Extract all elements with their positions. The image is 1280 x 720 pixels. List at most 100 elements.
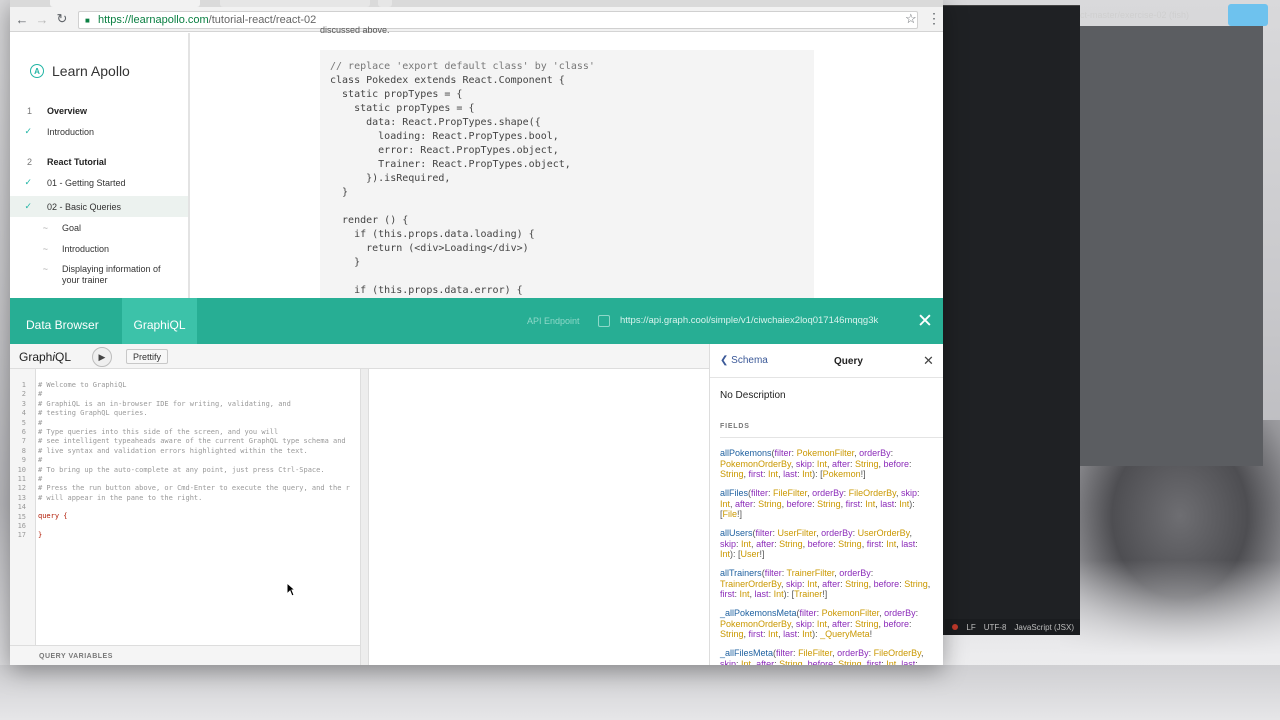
- schema-field[interactable]: _allFilesMeta(filter: FileFilter, orderB…: [720, 648, 932, 665]
- field-type[interactable]: Int: [740, 589, 750, 599]
- field-type[interactable]: Int: [741, 539, 751, 549]
- sidebar-item[interactable]: ~ Displaying information of your trainer: [10, 260, 188, 290]
- field-name[interactable]: allTrainers: [720, 568, 762, 578]
- field-type[interactable]: Pokemon: [823, 469, 861, 479]
- field-type[interactable]: UserFilter: [778, 528, 817, 538]
- sidebar-item[interactable]: ✓ 01 - Getting Started: [10, 172, 188, 193]
- field-type[interactable]: Int: [720, 549, 730, 559]
- field-type[interactable]: PokemonOrderBy: [720, 619, 791, 629]
- menu-icon[interactable]: ⋮: [927, 10, 941, 27]
- copy-icon[interactable]: [598, 315, 610, 327]
- field-type[interactable]: Int: [768, 629, 778, 639]
- close-icon[interactable]: ✕: [923, 353, 934, 369]
- field-type[interactable]: String: [838, 659, 862, 666]
- query-editor[interactable]: # Welcome to GraphiQL # # GraphiQL is an i…: [38, 381, 360, 541]
- field-arg: skip: [795, 458, 812, 469]
- editor-line: # live syntax and validation errors high…: [38, 446, 308, 455]
- field-type[interactable]: PokemonOrderBy: [720, 459, 791, 469]
- result-pane: [369, 369, 709, 665]
- browser-tab[interactable]: [220, 0, 370, 7]
- field-type[interactable]: Int: [899, 499, 909, 509]
- folder-icon[interactable]: [1228, 4, 1268, 26]
- field-type[interactable]: TrainerOrderBy: [720, 579, 781, 589]
- schema-field[interactable]: allTrainers(filter: TrainerFilter, order…: [720, 568, 932, 600]
- api-endpoint-url[interactable]: https://api.graph.cool/simple/v1/ciwchai…: [620, 315, 878, 326]
- field-type[interactable]: User: [741, 549, 760, 559]
- field-type[interactable]: FileOrderBy: [849, 488, 896, 498]
- field-type[interactable]: FileFilter: [798, 648, 832, 658]
- field-type[interactable]: PokemonFilter: [797, 448, 855, 458]
- field-type[interactable]: String: [904, 579, 928, 589]
- field-type[interactable]: Int: [768, 469, 778, 479]
- reload-icon[interactable]: ↻: [52, 9, 72, 29]
- field-type[interactable]: TrainerFilter: [787, 568, 835, 578]
- back-icon[interactable]: ←: [12, 9, 32, 29]
- field-type[interactable]: _QueryMeta: [820, 629, 870, 639]
- field-type[interactable]: FileOrderBy: [874, 648, 921, 658]
- field-type[interactable]: String: [817, 499, 841, 509]
- field-type[interactable]: String: [838, 539, 862, 549]
- field-arg: last: [901, 538, 916, 549]
- field-name[interactable]: _allPokemonsMeta: [720, 608, 797, 618]
- field-type[interactable]: String: [758, 499, 782, 509]
- address-bar[interactable]: ■ https://learnapollo.com/tutorial-react…: [78, 11, 918, 29]
- new-tab-button[interactable]: [378, 0, 392, 7]
- field-type[interactable]: String: [720, 469, 744, 479]
- schema-field[interactable]: allUsers(filter: UserFilter, orderBy: Us…: [720, 528, 932, 560]
- browser-tab[interactable]: [50, 0, 200, 7]
- field-type[interactable]: Int: [886, 659, 896, 666]
- field-type[interactable]: Int: [720, 499, 730, 509]
- field-type[interactable]: Int: [886, 539, 896, 549]
- sidebar-item[interactable]: ✓ 02 - Basic Queries: [10, 196, 188, 217]
- forward-icon[interactable]: →: [32, 9, 52, 29]
- run-icon[interactable]: ▶: [92, 347, 112, 367]
- field-arg: filter: [764, 568, 782, 578]
- status-line-ending[interactable]: LF: [966, 623, 975, 632]
- close-icon[interactable]: ✕: [917, 310, 933, 333]
- field-type[interactable]: Int: [774, 589, 784, 599]
- sidebar-item[interactable]: ✓ Introduction: [10, 121, 188, 142]
- status-grammar[interactable]: JavaScript (JSX): [1014, 623, 1074, 632]
- sidebar-item[interactable]: 1 Overview: [10, 100, 188, 121]
- field-type[interactable]: Int: [802, 629, 812, 639]
- sidebar-item[interactable]: ~ Goal: [10, 217, 188, 238]
- field-name[interactable]: allUsers: [720, 528, 753, 538]
- field-type[interactable]: Int: [865, 499, 875, 509]
- field-type[interactable]: Int: [817, 619, 827, 629]
- field-name[interactable]: allFiles: [720, 488, 748, 498]
- field-type[interactable]: String: [855, 619, 879, 629]
- field-type[interactable]: String: [779, 539, 803, 549]
- tab-data-browser[interactable]: Data Browser: [10, 298, 115, 344]
- line-number: 7: [21, 437, 26, 446]
- field-type[interactable]: FileFilter: [773, 488, 807, 498]
- field-type[interactable]: String: [845, 579, 869, 589]
- field-type[interactable]: String: [779, 659, 803, 666]
- field-type[interactable]: PokemonFilter: [822, 608, 880, 618]
- docs-back-button[interactable]: ❮ Schema: [720, 355, 768, 366]
- field-type[interactable]: String: [720, 629, 744, 639]
- field-type[interactable]: File: [723, 509, 738, 519]
- pane-divider[interactable]: [360, 369, 369, 665]
- field-type[interactable]: Int: [741, 659, 751, 666]
- prettify-button[interactable]: Prettify: [126, 349, 169, 364]
- field-type[interactable]: Trainer: [794, 589, 822, 599]
- schema-field[interactable]: allFiles(filter: FileFilter, orderBy: Fi…: [720, 488, 932, 520]
- sidebar-item[interactable]: ~ Introduction: [10, 238, 188, 259]
- brand[interactable]: A Learn Apollo: [30, 63, 130, 79]
- field-name[interactable]: _allFilesMeta: [720, 648, 773, 658]
- schema-field[interactable]: allPokemons(filter: PokemonFilter, order…: [720, 448, 932, 480]
- sidebar-item[interactable]: 2 React Tutorial: [10, 151, 188, 172]
- field-type[interactable]: Int: [807, 579, 817, 589]
- status-encoding[interactable]: UTF-8: [984, 623, 1007, 632]
- error-indicator-icon[interactable]: [952, 624, 959, 630]
- query-variables-header[interactable]: QUERY VARIABLES: [10, 645, 360, 665]
- star-icon[interactable]: ☆: [905, 11, 917, 27]
- field-type[interactable]: Int: [817, 459, 827, 469]
- field-arg: last: [783, 629, 798, 639]
- field-type[interactable]: String: [855, 459, 879, 469]
- field-type[interactable]: Int: [802, 469, 812, 479]
- schema-field[interactable]: _allPokemonsMeta(filter: PokemonFilter, …: [720, 608, 932, 640]
- field-name[interactable]: allPokemons: [720, 448, 772, 458]
- tab-graphiql[interactable]: GraphiQL: [122, 298, 197, 344]
- field-type[interactable]: UserOrderBy: [858, 528, 910, 538]
